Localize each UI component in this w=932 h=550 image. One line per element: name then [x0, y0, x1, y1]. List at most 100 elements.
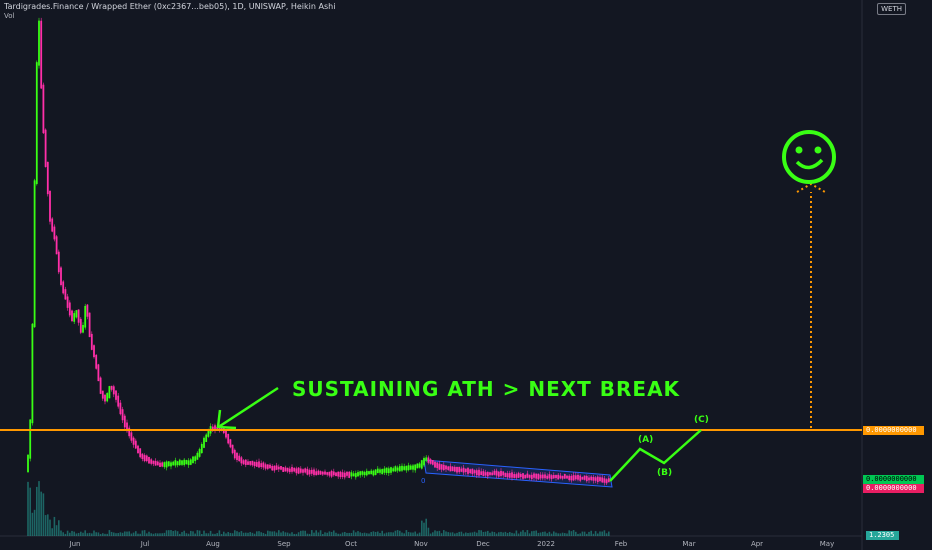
candle	[548, 474, 551, 479]
volume-bar	[511, 532, 513, 536]
candle	[306, 468, 309, 475]
volume-bar	[597, 533, 599, 536]
volume-bar	[394, 530, 397, 536]
candle	[38, 20, 40, 66]
volume-bar	[181, 532, 183, 536]
candle	[484, 472, 487, 476]
volume-bar	[605, 533, 608, 536]
candle	[361, 471, 364, 475]
volume-bar	[575, 531, 577, 536]
volume-bar	[113, 532, 115, 536]
candle	[574, 475, 577, 480]
candle	[348, 471, 351, 478]
volume-bar	[412, 532, 414, 536]
candle	[491, 472, 494, 476]
currency-badge[interactable]: WETH	[877, 3, 906, 15]
volume-bar	[141, 530, 144, 536]
volume-bar	[588, 531, 590, 536]
volume-bar	[291, 532, 293, 536]
volume-bar	[491, 531, 493, 536]
volume-bar	[220, 533, 223, 536]
wave-b-label: (B)	[657, 468, 673, 478]
volume-bar	[115, 533, 117, 536]
candle	[64, 289, 67, 300]
volume-bar	[568, 530, 570, 536]
candle	[139, 448, 142, 458]
candle	[326, 472, 329, 475]
volume-bar	[528, 533, 531, 536]
candle	[526, 473, 529, 478]
candle	[227, 433, 230, 444]
candle	[456, 466, 458, 473]
candle	[381, 469, 384, 475]
smiley-outline	[782, 130, 836, 184]
candle	[500, 470, 502, 476]
candle	[132, 437, 135, 445]
volume-bar	[260, 532, 262, 536]
candle	[60, 267, 62, 285]
candle	[401, 465, 403, 471]
volume-bar	[440, 533, 443, 536]
volume-bar	[190, 530, 192, 536]
candle	[588, 477, 590, 481]
candle	[341, 472, 344, 478]
chart-title: Tardigrades.Finance / Wrapped Ether (0xc…	[4, 2, 336, 11]
volume-bar	[586, 533, 588, 536]
volume-bar	[82, 532, 84, 536]
candle	[189, 459, 192, 465]
x-tick-label: 2022	[537, 540, 555, 548]
candle	[302, 469, 304, 473]
candle	[423, 458, 425, 466]
volume-bar	[218, 530, 221, 536]
volume-bar	[216, 533, 218, 536]
volume-bar	[49, 519, 51, 536]
candle	[374, 469, 377, 475]
volume-bar	[58, 520, 60, 536]
volume-bar	[194, 533, 196, 536]
candle	[31, 323, 34, 424]
volume-bar	[550, 533, 553, 536]
volume-bar	[348, 532, 350, 536]
volume-bar	[500, 531, 502, 536]
candle	[601, 477, 604, 483]
candle	[200, 444, 203, 454]
x-tick-label: May	[819, 540, 835, 548]
candle	[412, 465, 414, 470]
candle	[236, 452, 238, 460]
volume-bar	[304, 530, 306, 536]
candle	[152, 460, 155, 464]
candle	[530, 474, 533, 480]
volume-bar	[172, 531, 174, 536]
candle	[110, 385, 113, 390]
volume-bar	[467, 532, 469, 536]
candle	[603, 478, 606, 483]
candle	[299, 468, 302, 473]
candle	[513, 474, 516, 478]
candle	[385, 467, 388, 473]
volume-bar	[570, 531, 573, 536]
price-chart[interactable]	[0, 0, 932, 550]
volume-bar	[108, 530, 111, 536]
candle	[429, 459, 432, 464]
candle	[148, 456, 150, 464]
volume-bar	[273, 531, 276, 536]
candle	[469, 469, 472, 473]
candle	[579, 475, 582, 481]
volume-bar	[372, 531, 375, 536]
volume-bar	[476, 532, 478, 536]
volume-bar	[297, 532, 300, 536]
candle	[398, 466, 401, 472]
volume-bar	[269, 531, 271, 536]
candle	[27, 454, 29, 473]
candle	[174, 460, 177, 466]
candle	[46, 161, 49, 195]
volume-bar	[385, 532, 388, 536]
volume-bar	[469, 532, 471, 536]
candle	[458, 466, 461, 473]
candle	[240, 457, 243, 464]
candle	[66, 296, 69, 308]
candle	[304, 468, 307, 473]
candle	[53, 226, 56, 240]
candle	[42, 84, 45, 134]
volume-bar	[330, 531, 333, 536]
